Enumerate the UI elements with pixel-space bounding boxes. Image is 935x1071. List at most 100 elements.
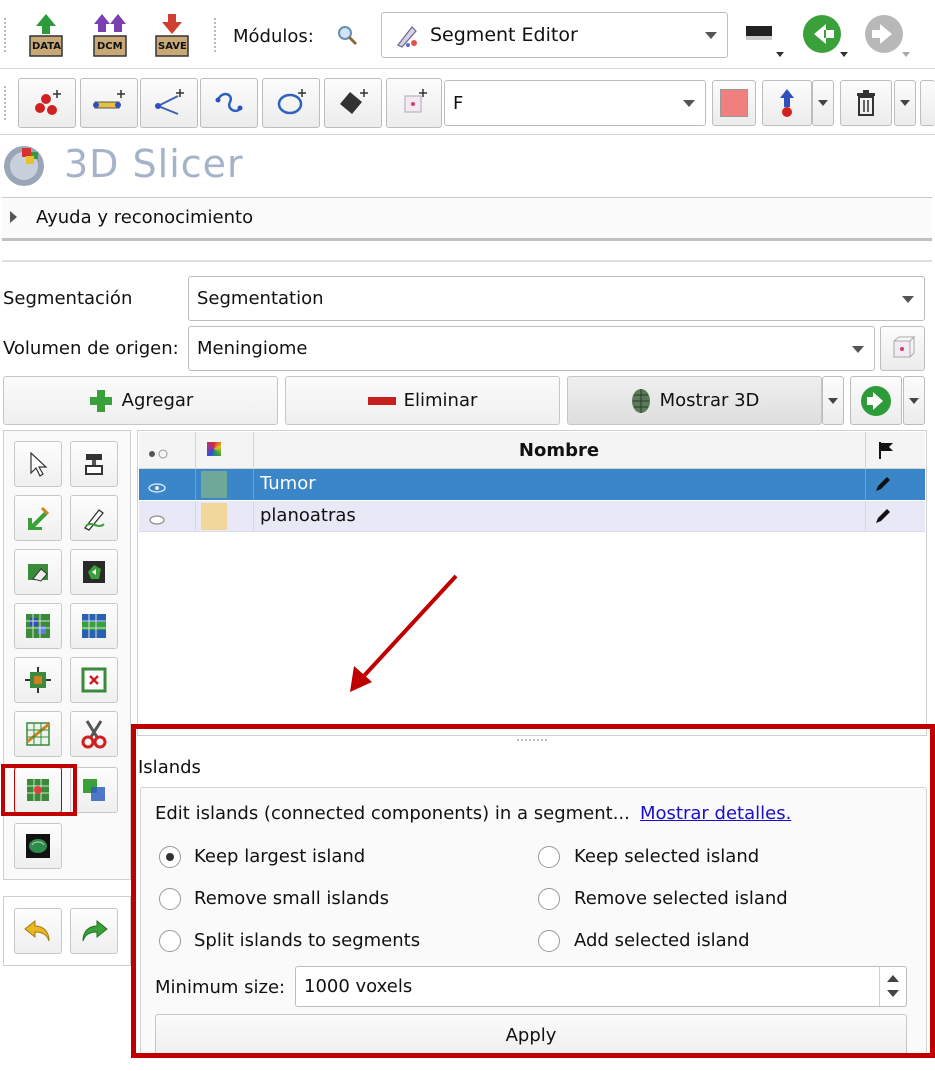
chevron-down-icon bbox=[683, 100, 695, 107]
redo-button[interactable] bbox=[70, 908, 118, 954]
effect-mask-volume-button[interactable] bbox=[14, 823, 62, 869]
effect-threshold-button[interactable] bbox=[70, 441, 118, 487]
segmentation-selector[interactable]: Segmentation bbox=[188, 276, 925, 321]
arrow-left-icon bbox=[803, 15, 848, 57]
logical-operators-icon bbox=[83, 779, 105, 801]
visibility-column-header[interactable] bbox=[147, 444, 171, 465]
chevron-down-icon bbox=[902, 295, 914, 303]
column-divider bbox=[865, 432, 866, 468]
slicer-logo-icon bbox=[4, 146, 44, 186]
load-dicom-button[interactable]: DCM bbox=[90, 12, 130, 58]
threshold-icon bbox=[85, 454, 103, 475]
margin-icon bbox=[25, 667, 51, 693]
level-tracing-icon bbox=[83, 561, 105, 583]
forward-button[interactable] bbox=[862, 12, 914, 60]
create-angle-button[interactable] bbox=[140, 78, 198, 128]
segment-status[interactable] bbox=[873, 506, 893, 531]
segment-name[interactable]: planoatras bbox=[260, 505, 356, 526]
segmentations-module-button[interactable] bbox=[850, 376, 902, 425]
undo-button[interactable] bbox=[14, 908, 62, 954]
add-segment-button[interactable]: Agregar bbox=[3, 376, 278, 425]
fill-between-slices-icon bbox=[82, 614, 106, 638]
color-column-icon[interactable] bbox=[207, 442, 221, 456]
back-button[interactable] bbox=[800, 12, 852, 60]
help-section-header[interactable]: Ayuda y reconocimiento bbox=[2, 198, 932, 238]
place-mode-dropdown[interactable] bbox=[812, 80, 834, 126]
table-row[interactable]: planoatras bbox=[139, 501, 925, 532]
plane-icon bbox=[340, 89, 368, 114]
eye-icon bbox=[149, 449, 168, 459]
modules-label: Módulos: bbox=[233, 26, 314, 47]
redo-icon bbox=[82, 919, 108, 942]
effect-logical-operators-button[interactable] bbox=[70, 767, 118, 813]
effect-none-button[interactable] bbox=[14, 441, 62, 487]
effect-margin-button[interactable] bbox=[14, 657, 62, 703]
save-button[interactable]: SAVE bbox=[152, 12, 192, 58]
segment-color-button[interactable] bbox=[712, 80, 756, 126]
status-column-header[interactable] bbox=[877, 440, 897, 465]
toolbar-overflow[interactable] bbox=[920, 80, 935, 126]
create-fiducial-button[interactable] bbox=[18, 78, 76, 128]
show-3d-label: Mostrar 3D bbox=[659, 390, 760, 411]
effect-draw-button[interactable] bbox=[70, 495, 118, 541]
segment-name[interactable]: Tumor bbox=[260, 473, 316, 494]
visibility-toggle[interactable] bbox=[147, 510, 167, 531]
delete-dropdown[interactable] bbox=[894, 80, 916, 126]
paint-brush-icon bbox=[28, 506, 50, 530]
effect-erase-button[interactable] bbox=[14, 549, 62, 595]
name-column-header[interactable]: Nombre bbox=[253, 440, 865, 461]
slicer-logo bbox=[2, 142, 52, 188]
flag-icon bbox=[879, 442, 893, 459]
active-segment-value: F bbox=[453, 92, 464, 114]
effect-level-tracing-button[interactable] bbox=[70, 549, 118, 595]
undo-icon bbox=[24, 919, 50, 942]
toolbar-grip[interactable] bbox=[4, 18, 12, 52]
effect-smoothing-button[interactable] bbox=[14, 711, 62, 757]
create-line-button[interactable] bbox=[80, 78, 138, 128]
delete-button[interactable] bbox=[840, 80, 892, 126]
arrow-right-icon bbox=[865, 15, 910, 57]
chevron-down-icon bbox=[705, 32, 717, 39]
visibility-toggle[interactable] bbox=[147, 478, 167, 499]
pencil-icon bbox=[876, 477, 890, 491]
source-volume-geometry-button[interactable] bbox=[880, 326, 925, 371]
module-selector[interactable]: Segment Editor bbox=[381, 12, 728, 58]
segmentation-label: Segmentación bbox=[3, 288, 133, 309]
module-search-button[interactable] bbox=[336, 24, 360, 48]
effect-fill-between-slices-button[interactable] bbox=[70, 603, 118, 649]
toolbar-grip[interactable] bbox=[4, 86, 12, 120]
toolbar-grip[interactable] bbox=[214, 18, 222, 52]
module-selector-value: Segment Editor bbox=[430, 24, 578, 46]
segment-status[interactable] bbox=[873, 474, 893, 499]
closed-curve-icon bbox=[277, 89, 306, 115]
table-row[interactable]: Tumor bbox=[139, 469, 925, 500]
help-section-label: Ayuda y reconocimiento bbox=[36, 207, 254, 228]
segment-editor-icon bbox=[397, 26, 417, 48]
effect-grow-from-seeds-button[interactable] bbox=[14, 603, 62, 649]
minus-icon bbox=[367, 396, 396, 405]
load-data-button[interactable]: DATA bbox=[26, 12, 66, 58]
effect-hollow-button[interactable] bbox=[70, 657, 118, 703]
effect-paint-button[interactable] bbox=[14, 495, 62, 541]
show-3d-button[interactable]: Mostrar 3D bbox=[567, 376, 822, 425]
effect-scissors-button[interactable] bbox=[70, 711, 118, 757]
show-3d-dropdown[interactable] bbox=[822, 376, 844, 425]
view-layout-button[interactable] bbox=[744, 18, 788, 58]
active-segment-selector[interactable]: F bbox=[444, 80, 706, 126]
source-volume-selector[interactable]: Meningiome bbox=[188, 326, 875, 371]
create-plane-button[interactable] bbox=[324, 78, 382, 128]
segmentations-dropdown[interactable] bbox=[903, 376, 925, 425]
segment-color-swatch[interactable] bbox=[201, 471, 227, 498]
column-divider bbox=[195, 501, 196, 531]
create-roi-button[interactable] bbox=[386, 78, 442, 128]
create-closed-curve-button[interactable] bbox=[262, 78, 320, 128]
mask-volume-icon bbox=[26, 834, 50, 858]
place-mode-button[interactable] bbox=[762, 80, 812, 126]
segment-color-swatch[interactable] bbox=[201, 503, 227, 530]
source-volume-label: Volumen de origen: bbox=[3, 338, 179, 359]
remove-segment-button[interactable]: Eliminar bbox=[285, 376, 560, 425]
pointer-arrow-icon bbox=[30, 451, 48, 477]
create-curve-button[interactable] bbox=[200, 78, 258, 128]
eraser-icon bbox=[28, 564, 48, 582]
search-icon bbox=[338, 26, 358, 46]
